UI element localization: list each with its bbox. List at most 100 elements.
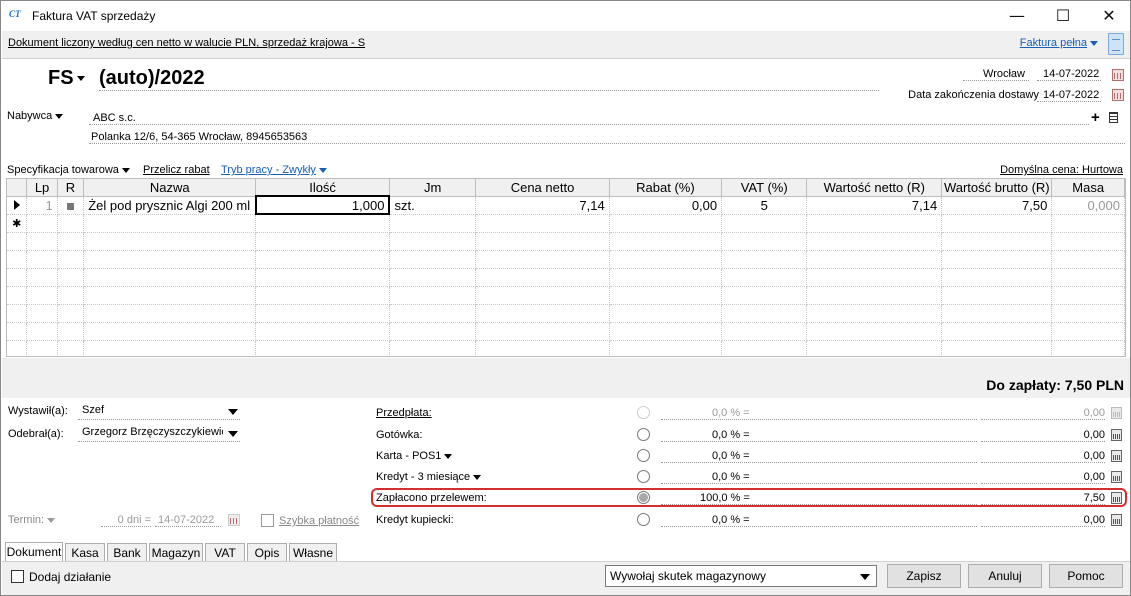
save-button[interactable]: Zapisz — [887, 564, 961, 588]
column-header-net-value[interactable]: Wartość netto (R) — [806, 179, 943, 197]
city-field[interactable]: Wrocław — [963, 68, 1029, 81]
full-invoice-link[interactable]: Faktura pełna — [1020, 37, 1098, 49]
warehouse-effect-select[interactable]: Wywołaj skutek magazynowy — [605, 565, 877, 587]
payment-radio[interactable] — [637, 406, 650, 419]
term-selector[interactable]: Termin: — [8, 514, 56, 526]
document-mode-link[interactable]: Dokument liczony według cen netto w walu… — [8, 37, 365, 49]
doc-type-label: FS — [48, 67, 74, 89]
calculator-icon[interactable] — [1111, 450, 1122, 462]
issued-by-select[interactable]: Szef — [78, 404, 240, 420]
add-buyer-button[interactable]: + — [1091, 109, 1100, 126]
doc-type-selector[interactable]: FS — [48, 67, 85, 90]
cancel-button[interactable]: Anuluj — [968, 564, 1042, 588]
new-row[interactable]: ✱ — [7, 214, 1125, 233]
cell-discount[interactable]: 0,00 — [609, 196, 723, 215]
cell-vat[interactable]: 5 — [721, 196, 808, 215]
buyer-selector[interactable]: Nabywca — [7, 110, 64, 122]
column-header-r[interactable]: R — [57, 179, 85, 197]
document-info-band: Dokument liczony według cen netto w walu… — [2, 31, 1130, 59]
issue-date-field[interactable]: 14-07-2022 — [1037, 68, 1101, 81]
payment-percent[interactable]: 0,0 % = — [661, 471, 977, 484]
tab-opis[interactable]: Opis — [247, 543, 287, 562]
doc-number[interactable]: (auto)/2022 — [99, 67, 879, 91]
chevron-down-icon — [228, 431, 238, 437]
payment-radio[interactable] — [637, 470, 650, 483]
issued-by-label: Wystawił(a): — [8, 405, 68, 417]
maximize-button[interactable]: ☐ — [1040, 1, 1086, 31]
item-spec-selector[interactable]: Specyfikacja towarowa — [7, 164, 130, 176]
payment-label: Przedpłata: — [376, 407, 432, 419]
cell-r[interactable] — [57, 196, 85, 215]
tab-vat[interactable]: VAT — [205, 543, 245, 562]
calendar-icon[interactable] — [1112, 89, 1124, 101]
cell-name[interactable]: Żel pod prysznic Algi 200 ml — [83, 196, 257, 215]
recalc-discount-link[interactable]: Przelicz rabat — [143, 164, 210, 176]
cell-net-price[interactable]: 7,14 — [475, 196, 610, 215]
received-by-select[interactable]: Grzegorz Brzęczyszczykiewicz — [78, 426, 240, 442]
work-mode-label: Tryb pracy - Zwykły — [221, 164, 316, 176]
payment-radio[interactable] — [637, 428, 650, 441]
column-header-gross-value[interactable]: Wartość brutto (R) — [941, 179, 1053, 197]
default-price-link[interactable]: Domyślna cena: Hurtowa — [1000, 164, 1123, 176]
payment-percent[interactable]: 0,0 % = — [661, 450, 977, 463]
table-row[interactable]: 1 Żel pod prysznic Algi 200 ml 1,000 szt… — [7, 195, 1125, 215]
chevron-down-icon — [47, 517, 56, 523]
empty-row — [7, 250, 1125, 269]
term-date[interactable]: 14-07-2022 — [155, 514, 221, 527]
column-header-quantity[interactable]: Ilość — [255, 179, 390, 197]
tab-wlasne[interactable]: Własne — [289, 543, 337, 562]
delivery-date-field[interactable]: 14-07-2022 — [1037, 89, 1101, 102]
payment-method-selector[interactable]: Karta - POS1 — [376, 450, 453, 462]
payment-method-selector[interactable]: Kredyt - 3 miesiące — [376, 471, 482, 483]
payment-percent[interactable]: 0,0 % = — [661, 407, 977, 420]
column-header-unit[interactable]: Jm — [389, 179, 477, 197]
current-row-pointer-icon — [7, 196, 28, 215]
add-action-checkbox[interactable] — [11, 570, 24, 583]
payment-percent[interactable]: 0,0 % = — [661, 514, 977, 527]
column-header-discount[interactable]: Rabat (%) — [609, 179, 723, 197]
payment-row-cash: Gotówka: 0,0 % = 0,00 — [376, 428, 1126, 446]
calendar-icon[interactable] — [228, 514, 240, 526]
payment-radio[interactable] — [637, 449, 650, 462]
payment-percent[interactable]: 0,0 % = — [661, 429, 977, 442]
minimize-button[interactable]: — — [994, 1, 1040, 31]
term-days[interactable]: 0 dni = — [101, 514, 151, 527]
column-header-net-price[interactable]: Cena netto — [475, 179, 610, 197]
payment-amount[interactable]: 0,00 — [981, 407, 1105, 420]
column-header-vat[interactable]: VAT (%) — [721, 179, 808, 197]
cell-unit[interactable]: szt. — [389, 196, 477, 215]
cell-quantity[interactable]: 1,000 — [254, 195, 391, 215]
buyer-name[interactable]: ABC s.c. — [89, 112, 1089, 125]
tab-magazyn[interactable]: Magazyn — [149, 543, 203, 562]
payment-radio[interactable] — [637, 513, 650, 526]
tab-dokument[interactable]: Dokument — [5, 542, 63, 562]
payment-amount[interactable]: 0,00 — [981, 429, 1105, 442]
new-row-asterisk-icon: ✱ — [7, 214, 28, 233]
calendar-icon[interactable] — [1112, 69, 1124, 81]
items-table: Lp R Nazwa Ilość Jm Cena netto Rabat (%)… — [7, 179, 1125, 356]
work-mode-selector[interactable]: Tryb pracy - Zwykły — [221, 164, 327, 176]
payment-amount[interactable]: 0,00 — [981, 471, 1105, 484]
calculator-icon[interactable] — [1111, 407, 1122, 419]
tab-kasa[interactable]: Kasa — [65, 543, 105, 562]
calculator-icon[interactable] — [1111, 429, 1122, 441]
square-icon — [66, 202, 74, 210]
buyer-details-icon[interactable] — [1109, 112, 1118, 123]
payment-amount[interactable]: 0,00 — [981, 514, 1105, 527]
empty-row — [7, 232, 1125, 251]
buyer-address: Polanka 12/6, 54-365 Wrocław, 8945653563 — [89, 131, 1125, 144]
calculator-icon[interactable] — [1111, 471, 1122, 483]
empty-row — [7, 304, 1125, 323]
total-band: Do zapłaty: 7,50 PLN — [2, 358, 1130, 398]
tab-bank[interactable]: Bank — [107, 543, 147, 562]
column-header-lp[interactable]: Lp — [26, 179, 58, 197]
fast-pay-checkbox[interactable] — [261, 514, 274, 527]
column-header-name[interactable]: Nazwa — [83, 179, 257, 197]
column-header-mass[interactable]: Masa — [1051, 179, 1125, 197]
empty-row — [7, 322, 1125, 341]
payment-amount[interactable]: 0,00 — [981, 450, 1105, 463]
help-button[interactable]: Pomoc — [1049, 564, 1123, 588]
calculator-icon[interactable] — [1111, 514, 1122, 526]
document-icon[interactable] — [1108, 33, 1124, 55]
close-button[interactable]: ✕ — [1086, 1, 1131, 31]
